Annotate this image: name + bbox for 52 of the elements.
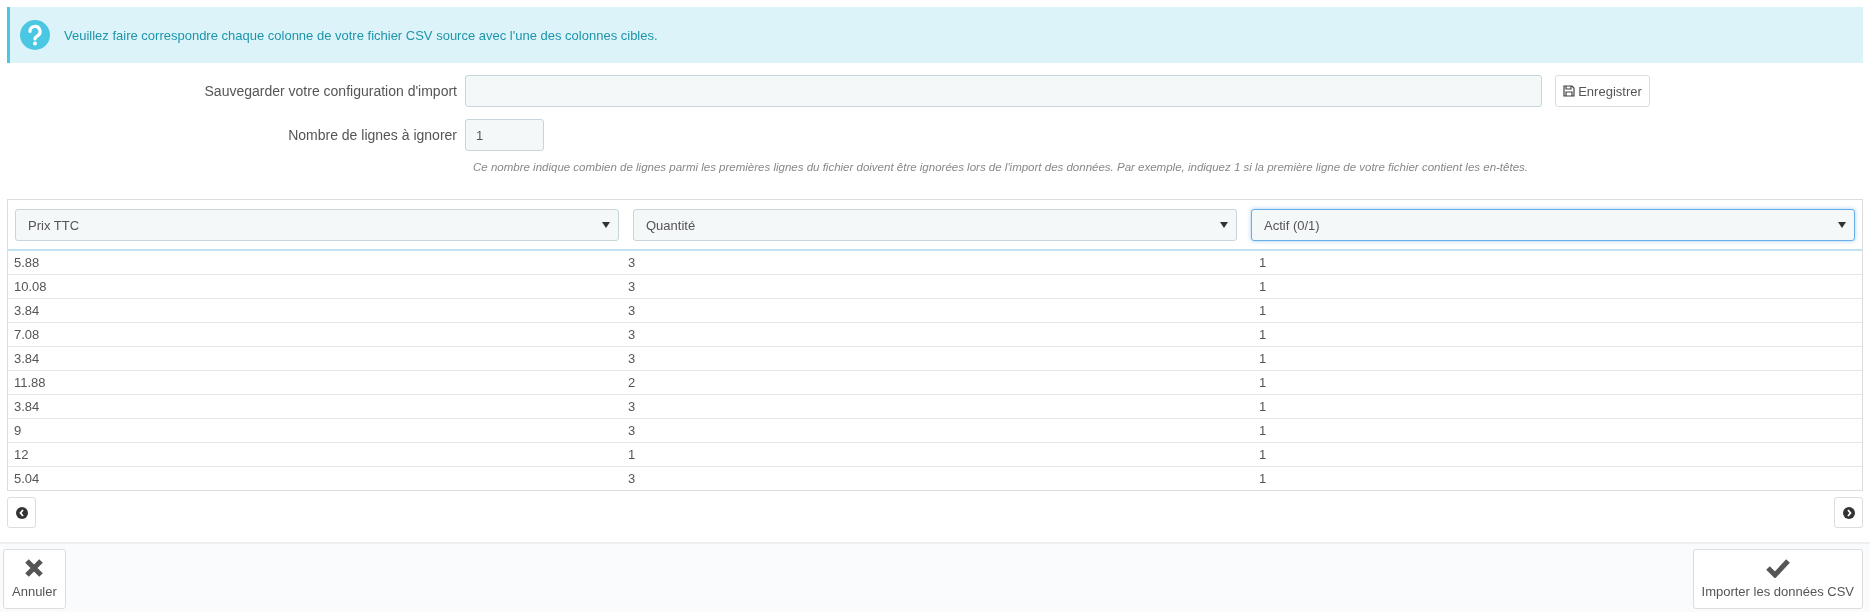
- cancel-button[interactable]: Annuler: [3, 548, 66, 609]
- field-label: Sauvegarder votre configuration d'import: [203, 83, 458, 99]
- table-cell-text: 5.04: [13, 471, 41, 486]
- next-button[interactable]: [1834, 497, 1863, 528]
- checkmark-icon: [1765, 558, 1790, 578]
- table-cell-text: 3: [627, 327, 637, 342]
- table-cell-text: 11.88: [13, 375, 47, 390]
- config-name-field[interactable]: [465, 75, 1542, 107]
- table-cell-text: 3: [627, 279, 637, 294]
- table-cell-text: 12: [13, 447, 30, 462]
- table-cell-text: 1: [1258, 303, 1268, 318]
- table-cell-text: 3.84: [13, 351, 41, 366]
- table-cell-text: 3.84: [13, 303, 41, 318]
- table-cell-text: 2: [627, 375, 637, 390]
- skip-lines-field[interactable]: 1: [465, 119, 544, 151]
- table-cell-text: 1: [1258, 447, 1268, 462]
- right-chevron-circle-icon: [1842, 506, 1855, 519]
- caret-icon: [1220, 222, 1228, 228]
- table-cell-text: 1: [1258, 375, 1268, 390]
- table-cell-text: 1: [1258, 279, 1268, 294]
- table-cell-text: 1: [1258, 327, 1268, 342]
- table-cell-text: 9: [13, 423, 23, 438]
- table-cell-text: 1: [1258, 399, 1268, 414]
- table-cell-text: 5.88: [13, 255, 41, 270]
- table-cell-text: 10.08: [13, 279, 48, 294]
- field-label: Nombre de lignes à ignorer: [287, 127, 458, 143]
- table-cell-text: 1: [627, 447, 637, 462]
- table-cell-text: 1: [1258, 351, 1268, 366]
- table-cell-text: 3.84: [13, 399, 41, 414]
- import-button[interactable]: Importer les données CSV: [1692, 548, 1863, 609]
- save-button[interactable]: Enregistrer: [1555, 75, 1650, 107]
- table-cell-text: 3: [627, 399, 637, 414]
- question-icon: [20, 20, 50, 50]
- table-cell-text: 3: [627, 351, 637, 366]
- table-cell-text: 1: [1258, 471, 1268, 486]
- table-cell-text: 3: [627, 471, 637, 486]
- alert-text: Veuillez faire correspondre chaque colonne de votre fichier CSV source avec l'une des colonnes cibles.: [64, 27, 658, 43]
- caret-icon: [602, 222, 610, 228]
- help-text: Ce nombre indique combien de lignes parmi les premières lignes du fichier doivent être ignorées lors de l'import des données. Par exemple, indiquez 1 si la première ligne de votre fichier contient les en-têtes.: [472, 161, 1529, 173]
- close-icon: [24, 558, 45, 578]
- caret-icon: [1838, 222, 1846, 228]
- table-cell-text: 7.08: [13, 327, 41, 342]
- left-chevron-circle-icon: [15, 506, 28, 519]
- column-select[interactable]: Prix TTC: [15, 209, 619, 241]
- table-cell-text: 1: [1258, 423, 1268, 438]
- table-cell-text: 1: [1258, 255, 1268, 270]
- table-cell-text: 3: [627, 255, 637, 270]
- column-select[interactable]: Quantité: [633, 209, 1237, 241]
- column-select[interactable]: Actif (0/1): [1251, 209, 1855, 241]
- previous-button[interactable]: [7, 497, 36, 528]
- table-cell-text: 3: [627, 423, 637, 438]
- table-cell-text: 3: [627, 303, 637, 318]
